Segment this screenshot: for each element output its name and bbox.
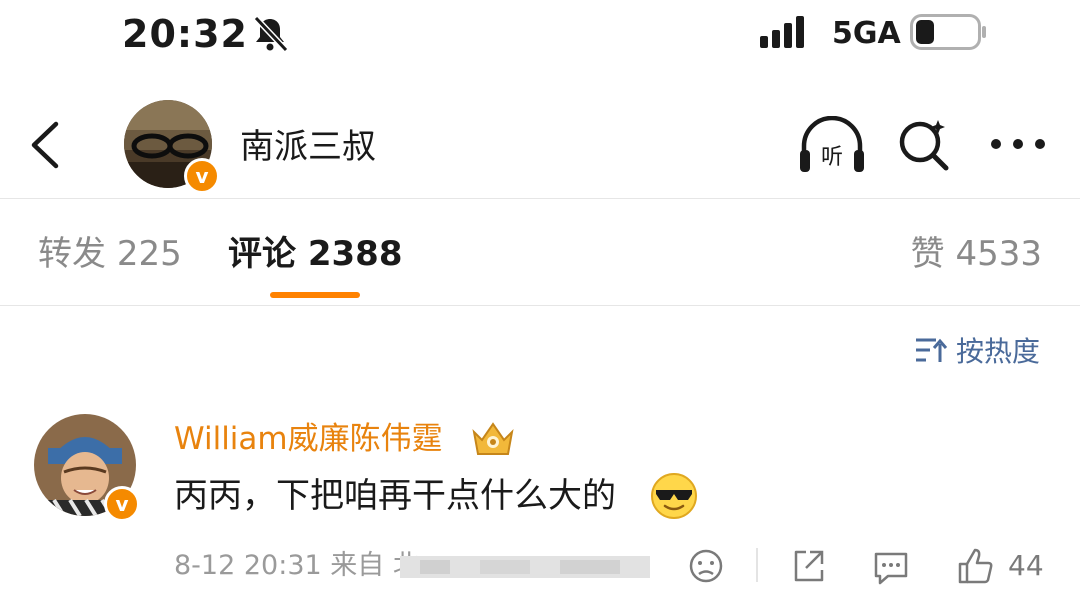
comment-meta: 8-12 20:31 来自 北 (174, 550, 420, 581)
tab-likes-label: 赞 (910, 234, 945, 274)
tab-reposts-count: 225 (116, 234, 182, 274)
tab-likes[interactable]: 赞 4533 (911, 230, 1042, 278)
active-tab-indicator (270, 292, 360, 298)
commenter-avatar[interactable]: v (34, 414, 142, 522)
listen-headphones-icon[interactable]: 听 (798, 116, 866, 176)
sort-icon (916, 338, 948, 362)
obscured-text (400, 556, 650, 578)
author-avatar[interactable]: v (124, 100, 220, 194)
page-title: 南派三叔 (240, 127, 376, 167)
battery-icon (910, 14, 986, 50)
reply-comment-icon[interactable] (872, 546, 910, 586)
like-count: 44 (1008, 549, 1044, 582)
tab-comments[interactable]: 评论 2388 (228, 230, 402, 278)
commenter-verified-badge-icon: v (104, 486, 140, 522)
network-type: 5GA (832, 16, 901, 51)
silent-bell-icon (253, 15, 289, 53)
actions-divider (756, 548, 758, 582)
vip-crown-icon (472, 422, 514, 455)
tab-reposts[interactable]: 转发 225 (38, 230, 182, 278)
comment-text: 丙丙，下把咱再干点什么大的 (174, 476, 616, 516)
dislike-face-icon[interactable] (688, 546, 724, 586)
signal-icon (760, 16, 804, 48)
tab-likes-count: 4533 (955, 234, 1042, 274)
svg-text:听: 听 (821, 145, 843, 170)
tabs-divider (0, 305, 1080, 306)
tab-comments-label: 评论 (228, 234, 296, 274)
tab-reposts-label: 转发 (38, 234, 106, 274)
status-time: 20:32 (122, 12, 248, 56)
sort-button[interactable]: 按热度 (914, 330, 1040, 370)
tab-comments-count: 2388 (307, 234, 403, 274)
back-icon[interactable] (26, 120, 62, 170)
commenter-name[interactable]: William威廉陈伟霆 (174, 418, 443, 460)
header-divider (0, 198, 1080, 199)
sunglasses-emoji-icon (651, 473, 697, 519)
verified-badge-icon: v (184, 158, 220, 194)
sort-label: 按热度 (956, 335, 1041, 368)
like-thumb-icon[interactable] (956, 546, 994, 586)
more-icon[interactable] (990, 136, 1046, 152)
search-icon[interactable] (896, 116, 952, 172)
share-icon[interactable] (790, 546, 826, 586)
